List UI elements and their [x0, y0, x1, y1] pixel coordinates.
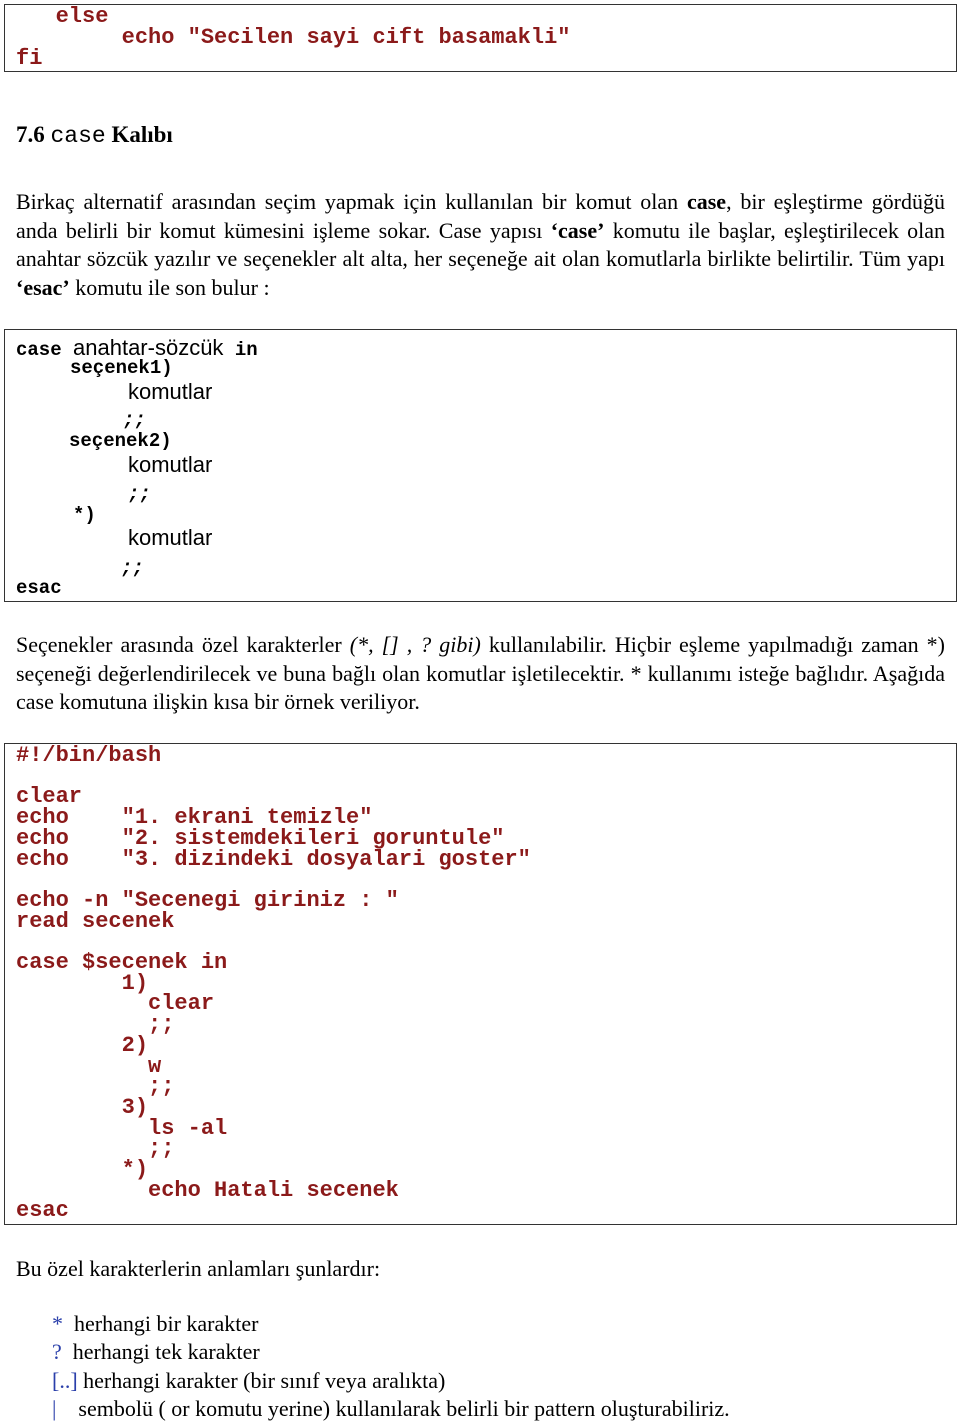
section-heading: 7.6 case Kalıbı [16, 122, 173, 149]
previous-code-box: else echo "Secilen sayi cift basamakli" … [4, 4, 957, 72]
paragraph-special: Seçenekler arasında özel karakterler (*,… [16, 632, 946, 714]
code-line: esac [16, 1198, 69, 1224]
list-item: [..] herhangi karakter (bir sınıf veya a… [52, 1368, 446, 1393]
code-line: fi [16, 46, 43, 71]
code-line: echo "Secilen sayi cift basamakli" [16, 25, 571, 50]
syntax-default: *) [73, 504, 96, 526]
syntax-terminator: ;; [121, 557, 144, 579]
syntax-option: seçenek1) [70, 357, 173, 379]
syntax-commands: komutlar [128, 525, 213, 550]
syntax-esac: esac [16, 577, 62, 599]
code-line: echo Hatali secenek [16, 1177, 399, 1203]
paragraph-meanings: Bu özel karakterlerin anlamları şunlardı… [16, 1256, 381, 1281]
syntax-terminator: ;; [128, 483, 151, 505]
list-item: | sembolü ( or komutu yerine) kullanılar… [52, 1396, 730, 1421]
code-line: #!/bin/bash [16, 743, 162, 768]
list-item: ? herhangi tek karakter [52, 1339, 260, 1364]
code-line: echo "3. dizindeki dosyalari goster" [16, 846, 531, 872]
syntax-option: seçenek2) [69, 430, 172, 452]
syntax-terminator: ;; [123, 409, 146, 431]
syntax-commands: komutlar [128, 379, 213, 404]
paragraph-intro: Birkaç alternatif arasından seçim yapmak… [16, 189, 946, 300]
script-box: #!/bin/bash clear echo "1. ekrani temizle"… [4, 743, 957, 1225]
syntax-commands: komutlar [128, 452, 213, 477]
code-line: read secenek [16, 908, 175, 934]
syntax-box: case anahtar-sözcük in seçenek1) komutla… [4, 329, 957, 602]
list-item: * herhangi bir karakter [52, 1311, 259, 1336]
